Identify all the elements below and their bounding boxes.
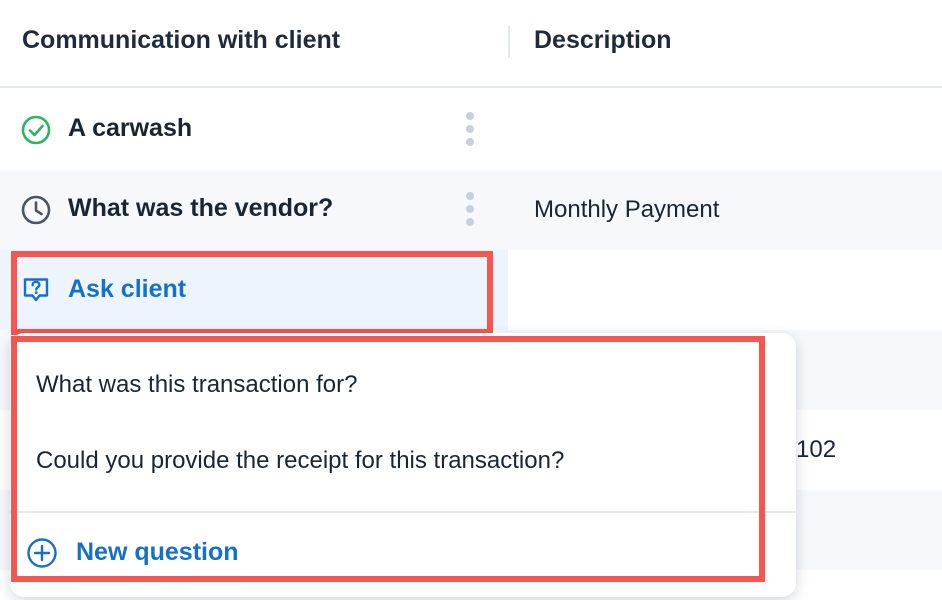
question-dropdown: What was this transaction for? Could you… — [10, 333, 796, 597]
question-option[interactable]: Could you provide the receipt for this t… — [36, 447, 564, 475]
ask-client-label: Ask client — [68, 275, 187, 303]
row-menu-kebab-icon[interactable] — [464, 112, 476, 148]
clock-icon — [21, 195, 51, 225]
row-label: What was the vendor? — [68, 194, 334, 222]
row-label: A carwash — [68, 114, 193, 142]
table-row[interactable]: A carwash — [0, 90, 942, 170]
ask-client-button[interactable]: Ask client — [0, 250, 508, 330]
column-header-communication[interactable]: Communication with client — [22, 26, 340, 55]
column-divider[interactable] — [508, 26, 510, 58]
column-header-description[interactable]: Description — [534, 26, 672, 55]
row-description: Monthly Payment — [534, 196, 720, 223]
dropdown-divider — [10, 511, 796, 513]
plus-circle-icon — [27, 538, 57, 568]
table-row[interactable]: What was the vendor? Monthly Payment — [0, 170, 942, 250]
new-question-label: New question — [76, 538, 239, 566]
question-chat-icon — [23, 278, 49, 302]
row-description: 102 — [796, 436, 837, 463]
table-header: Communication with client Description — [0, 0, 942, 88]
row-menu-kebab-icon[interactable] — [464, 192, 476, 228]
question-option[interactable]: What was this transaction for? — [36, 371, 357, 399]
check-circle-icon — [21, 115, 51, 145]
